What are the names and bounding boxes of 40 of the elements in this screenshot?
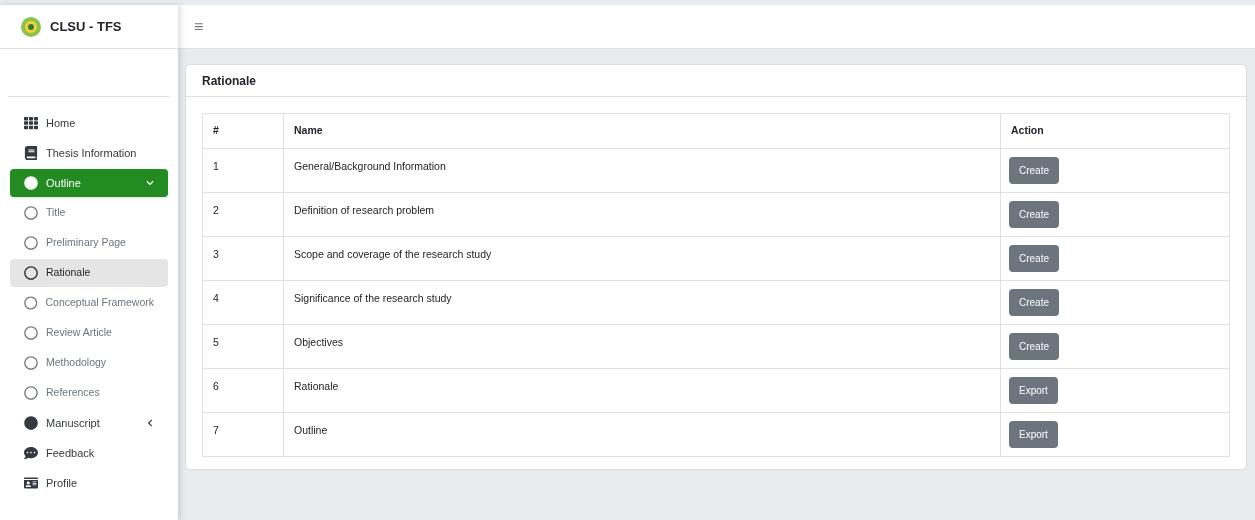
table-cell: Scope and coverage of the research study bbox=[283, 236, 1001, 281]
table-cell: Objectives bbox=[283, 324, 1001, 369]
brand-name: CLSU - TFS bbox=[50, 17, 122, 36]
table-cell: 5 bbox=[202, 324, 284, 369]
action-button[interactable]: Create bbox=[1009, 333, 1059, 360]
nav-subitem[interactable]: Rationale bbox=[10, 259, 168, 287]
menu-icon[interactable]: ≡ bbox=[194, 14, 204, 39]
action-button[interactable]: Export bbox=[1009, 421, 1058, 448]
table-cell: Significance of the research study bbox=[283, 280, 1001, 325]
table-cell: 7 bbox=[202, 412, 284, 457]
nav-item[interactable]: Home bbox=[10, 109, 168, 137]
nav-item[interactable]: Manuscript bbox=[10, 409, 168, 437]
nav-subitem[interactable]: Title bbox=[10, 199, 168, 227]
nav-subitem[interactable]: Review Article bbox=[10, 319, 168, 347]
column-header: Name bbox=[283, 113, 1001, 149]
nav-item[interactable]: Feedback bbox=[10, 439, 168, 467]
nav-subitem[interactable]: Preliminary Page bbox=[10, 229, 168, 257]
table-cell: Outline bbox=[283, 412, 1001, 457]
action-button[interactable]: Create bbox=[1009, 245, 1059, 272]
table-cell: 1 bbox=[202, 148, 284, 193]
table-cell: Rationale bbox=[283, 368, 1001, 413]
table-cell: General/Background Information bbox=[283, 148, 1001, 193]
nav-item[interactable]: Thesis Information bbox=[10, 139, 168, 167]
nav-item[interactable]: Profile bbox=[10, 469, 168, 497]
nav-item[interactable]: Outline bbox=[10, 169, 168, 197]
table-cell: 6 bbox=[202, 368, 284, 413]
table-cell: 2 bbox=[202, 192, 284, 237]
table-cell: 4 bbox=[202, 280, 284, 325]
card-title: Rationale bbox=[202, 72, 256, 90]
nav-subitem[interactable]: References bbox=[10, 379, 168, 407]
action-button[interactable]: Create bbox=[1009, 289, 1059, 316]
column-header: Action bbox=[1000, 113, 1230, 149]
table-cell: 3 bbox=[202, 236, 284, 281]
nav-subitem[interactable]: Conceptual Framework bbox=[10, 289, 168, 317]
action-button[interactable]: Export bbox=[1009, 377, 1058, 404]
action-button[interactable]: Create bbox=[1009, 157, 1059, 184]
nav-subitem[interactable]: Methodology bbox=[10, 349, 168, 377]
table-cell: Definition of research problem bbox=[283, 192, 1001, 237]
action-button[interactable]: Create bbox=[1009, 201, 1059, 228]
column-header: # bbox=[202, 113, 284, 149]
